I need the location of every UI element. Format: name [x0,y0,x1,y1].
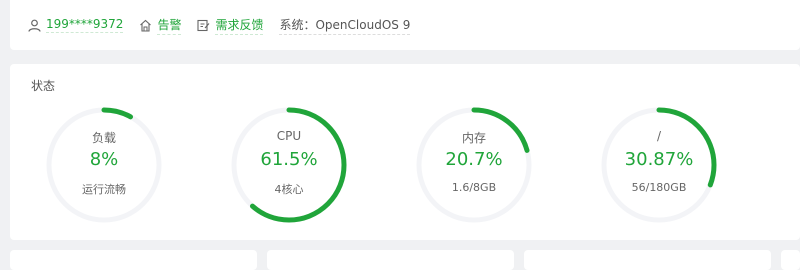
house-alert-icon [140,19,152,32]
gauge-sub: 运行流畅 [82,183,126,196]
gauge-memory[interactable]: 内存 20.7% 1.6/8GB [415,106,533,224]
gauge-cpu[interactable]: CPU 61.5% 4核心 [230,106,348,224]
status-title: 状态 [31,79,56,93]
gauge-sub: 4核心 [274,183,304,196]
alert-label[interactable]: 告警 [157,16,182,35]
gauge-value: 61.5% [260,149,318,170]
status-panel: 状态 负载 8% 运行流畅 CPU 61.5% 4核心 内存 20.7% 1.6… [10,64,800,240]
bottom-card-3 [524,250,771,270]
bottom-card-1 [10,250,257,270]
feedback-label[interactable]: 需求反馈 [215,16,264,35]
gauge-sub: 1.6/8GB [451,181,497,194]
user-account[interactable]: 199****9372 [28,17,124,33]
alert-link[interactable]: 告警 [139,16,182,35]
top-info-bar: 199****9372 告警 需求反馈 系统：OpenCloudOS 9 [10,0,800,50]
user-phone[interactable]: 199****9372 [46,17,124,33]
gauge-value: 8% [89,149,119,170]
feedback-link[interactable]: 需求反馈 [197,16,264,35]
system-text: 系统：OpenCloudOS 9 [279,16,411,35]
system-info: 系统：OpenCloudOS 9 [279,16,411,35]
gauge-sub: 56/180GB [631,181,687,194]
gauge-disk-root[interactable]: / 30.87% 56/180GB [600,106,718,224]
gauge-label: 内存 [461,131,486,145]
gauge-value: 30.87% [624,149,694,170]
gauge-label: 负载 [91,131,116,145]
gauge-value: 20.7% [445,149,503,170]
gauge-label: / [656,129,662,143]
bottom-card-2 [267,250,514,270]
edit-icon [197,19,210,31]
bottom-card-4 [781,250,800,270]
gauge-load[interactable]: 负载 8% 运行流畅 [45,106,163,224]
gauge-label: CPU [276,129,302,143]
user-icon [28,19,41,32]
